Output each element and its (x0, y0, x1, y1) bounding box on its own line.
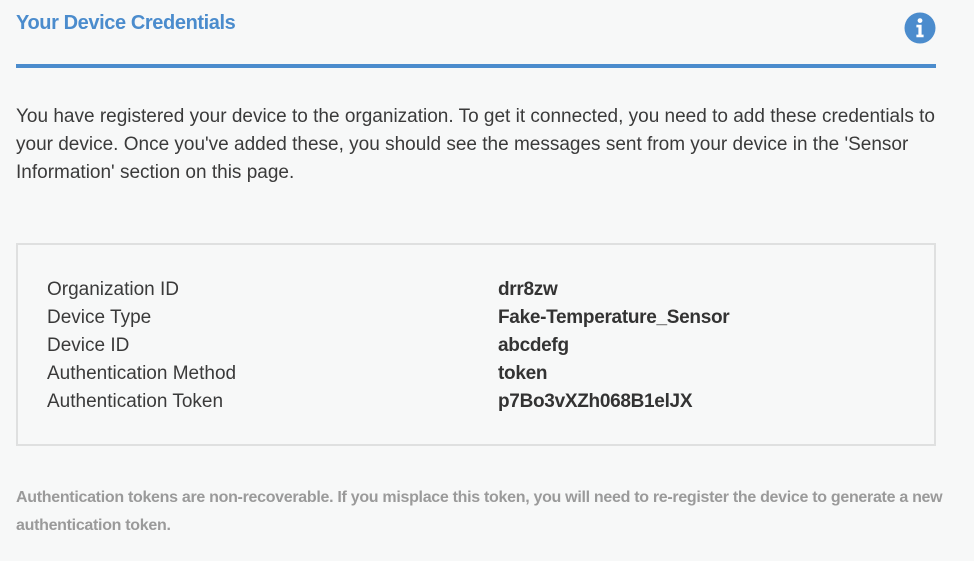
panel-header: Your Device Credentials (16, 0, 936, 66)
credential-row-device-id: Device ID abcdefg (47, 332, 907, 360)
credential-label: Authentication Method (47, 363, 237, 384)
credential-label: Device ID (47, 335, 130, 356)
credential-label: Device Type (47, 307, 152, 328)
device-credentials-panel: Your Device Credentials You have registe… (0, 0, 974, 561)
credential-value: p7Bo3vXZh068B1elJX (498, 391, 693, 412)
header-divider (16, 64, 936, 68)
credentials-box: Organization ID drr8zw Device Type Fake-… (16, 243, 936, 446)
info-icon[interactable] (904, 12, 936, 44)
credential-value: drr8zw (498, 279, 558, 300)
credential-value: abcdefg (498, 335, 569, 356)
credential-value: token (498, 363, 548, 384)
panel-title: Your Device Credentials (16, 12, 236, 34)
credential-label: Authentication Token (47, 391, 224, 412)
intro-text: You have registered your device to the o… (16, 106, 935, 183)
credential-row-device-type: Device Type Fake-Temperature_Sensor (47, 304, 907, 332)
credential-row-authentication-method: Authentication Method token (47, 360, 907, 388)
credential-row-authentication-token: Authentication Token p7Bo3vXZh068B1elJX (47, 388, 907, 416)
credential-value: Fake-Temperature_Sensor (498, 307, 730, 328)
credential-label: Organization ID (47, 279, 180, 300)
token-warning-note: Authentication tokens are non-recoverabl… (16, 489, 943, 534)
credential-row-organization-id: Organization ID drr8zw (47, 276, 907, 304)
